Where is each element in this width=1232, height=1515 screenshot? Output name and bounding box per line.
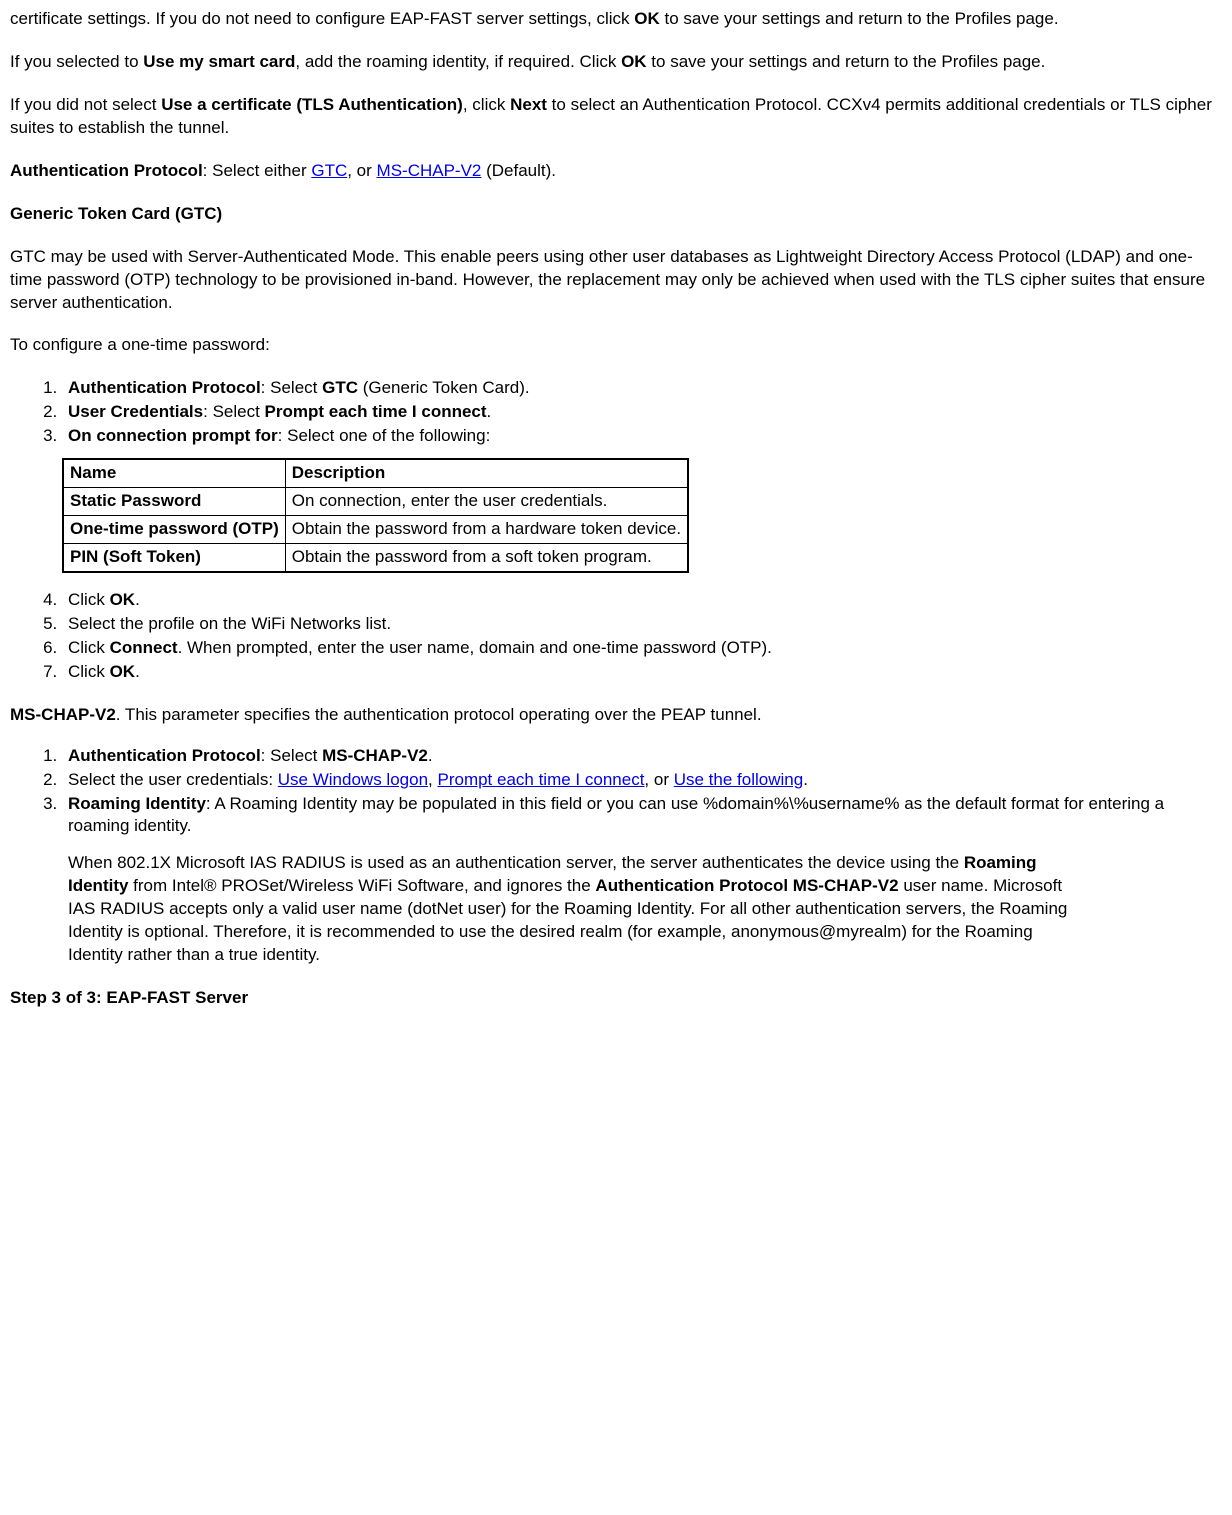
text: Click xyxy=(68,638,110,657)
list-item: On connection prompt for: Select one of … xyxy=(62,425,1222,448)
bold-use-smart-card: Use my smart card xyxy=(143,52,295,71)
paragraph-gtc-desc: GTC may be used with Server-Authenticate… xyxy=(10,246,1222,315)
table-cell: Obtain the password from a soft token pr… xyxy=(285,544,688,572)
text: : Select xyxy=(203,402,264,421)
table-header-description: Description xyxy=(285,459,688,487)
paragraph-tls-auth: If you did not select Use a certificate … xyxy=(10,94,1222,140)
text: . xyxy=(428,746,433,765)
text: . xyxy=(135,590,140,609)
text: . xyxy=(135,662,140,681)
heading-step3: Step 3 of 3: EAP-FAST Server xyxy=(10,987,1222,1010)
list-item: Select the profile on the WiFi Networks … xyxy=(62,613,1222,636)
link-use-following[interactable]: Use the following xyxy=(674,770,803,789)
text: : Select xyxy=(261,378,322,397)
text: Click xyxy=(68,662,110,681)
bold: GTC xyxy=(322,378,358,397)
text: to save your settings and return to the … xyxy=(647,52,1046,71)
bold: Roaming Identity xyxy=(68,794,206,813)
text: When 802.1X Microsoft IAS RADIUS is used… xyxy=(68,853,964,872)
list-item: Roaming Identity: A Roaming Identity may… xyxy=(62,793,1222,968)
bold-use-certificate: Use a certificate (TLS Authentication) xyxy=(161,95,463,114)
table-cell: On connection, enter the user credential… xyxy=(285,488,688,516)
bold-ok: OK xyxy=(621,52,647,71)
text: : Select xyxy=(261,746,322,765)
link-use-windows-logon[interactable]: Use Windows logon xyxy=(278,770,428,789)
text: (Generic Token Card). xyxy=(358,378,530,397)
text: . This parameter specifies the authentic… xyxy=(116,705,762,724)
bold: On connection prompt for xyxy=(68,426,278,445)
table-row: Name Description xyxy=(63,459,688,487)
bold: Prompt each time I connect xyxy=(265,402,487,421)
table-cell: Obtain the password from a hardware toke… xyxy=(285,516,688,544)
list-item: Click Connect. When prompted, enter the … xyxy=(62,637,1222,660)
bold: Connect xyxy=(110,638,178,657)
text: . xyxy=(487,402,492,421)
text: (Default). xyxy=(481,161,556,180)
table-row: PIN (Soft Token) Obtain the password fro… xyxy=(63,544,688,572)
table-cell: PIN (Soft Token) xyxy=(63,544,285,572)
paragraph-mschapv2: MS-CHAP-V2. This parameter specifies the… xyxy=(10,704,1222,727)
paragraph-configure-otp: To configure a one-time password: xyxy=(10,334,1222,357)
table-row: One-time password (OTP) Obtain the passw… xyxy=(63,516,688,544)
bold: OK xyxy=(110,590,136,609)
table-wrapper: Name Description Static Password On conn… xyxy=(62,458,1222,573)
paragraph-smart-card: If you selected to Use my smart card, ad… xyxy=(10,51,1222,74)
table-cell: Static Password xyxy=(63,488,285,516)
table-header-name: Name xyxy=(63,459,285,487)
bold: Authentication Protocol xyxy=(68,378,261,397)
text: from Intel® PROSet/Wireless WiFi Softwar… xyxy=(128,876,595,895)
heading-gtc: Generic Token Card (GTC) xyxy=(10,203,1222,226)
bold: Authentication Protocol MS-CHAP-V2 xyxy=(595,876,898,895)
bold: User Credentials xyxy=(68,402,203,421)
bold: MS-CHAP-V2 xyxy=(322,746,428,765)
ordered-list-otp-cont: Click OK. Select the profile on the WiFi… xyxy=(10,589,1222,684)
text: , add the roaming identity, if required.… xyxy=(295,52,621,71)
text: If you selected to xyxy=(10,52,143,71)
ordered-list-otp: Authentication Protocol: Select GTC (Gen… xyxy=(10,377,1222,448)
text: to save your settings and return to the … xyxy=(660,9,1059,28)
text: , or xyxy=(347,161,376,180)
list-item: Click OK. xyxy=(62,661,1222,684)
list-item: Authentication Protocol: Select MS-CHAP-… xyxy=(62,745,1222,768)
text: , or xyxy=(644,770,673,789)
bold-gtc-header: Generic Token Card (GTC) xyxy=(10,204,222,223)
text: Select the user credentials: xyxy=(68,770,278,789)
ordered-list-mschapv2: Authentication Protocol: Select MS-CHAP-… xyxy=(10,745,1222,967)
paragraph-auth-protocol: Authentication Protocol: Select either G… xyxy=(10,160,1222,183)
text: certificate settings. If you do not need… xyxy=(10,9,634,28)
list-item: Select the user credentials: Use Windows… xyxy=(62,769,1222,792)
text: Click xyxy=(68,590,110,609)
bold-mschapv2: MS-CHAP-V2 xyxy=(10,705,116,724)
table-cell: One-time password (OTP) xyxy=(63,516,285,544)
paragraph-cert-settings: certificate settings. If you do not need… xyxy=(10,8,1222,31)
table-row: Static Password On connection, enter the… xyxy=(63,488,688,516)
text: If you did not select xyxy=(10,95,161,114)
list-item: User Credentials: Select Prompt each tim… xyxy=(62,401,1222,424)
text: : A Roaming Identity may be populated in… xyxy=(68,794,1164,836)
list-item: Authentication Protocol: Select GTC (Gen… xyxy=(62,377,1222,400)
bold: OK xyxy=(110,662,136,681)
bold-next: Next xyxy=(510,95,547,114)
text: , click xyxy=(463,95,510,114)
list-item: Click OK. xyxy=(62,589,1222,612)
text: : Select either xyxy=(203,161,312,180)
bold-auth-protocol: Authentication Protocol xyxy=(10,161,203,180)
text: . xyxy=(803,770,808,789)
bold: Authentication Protocol xyxy=(68,746,261,765)
link-prompt-each-time[interactable]: Prompt each time I connect xyxy=(437,770,644,789)
text: : Select one of the following: xyxy=(278,426,491,445)
bold-ok: OK xyxy=(634,9,660,28)
text: . When prompted, enter the user name, do… xyxy=(178,638,772,657)
table-prompt-options: Name Description Static Password On conn… xyxy=(62,458,689,573)
link-mschapv2[interactable]: MS-CHAP-V2 xyxy=(377,161,482,180)
paragraph-roaming-identity-detail: When 802.1X Microsoft IAS RADIUS is used… xyxy=(68,852,1068,967)
link-gtc[interactable]: GTC xyxy=(311,161,347,180)
